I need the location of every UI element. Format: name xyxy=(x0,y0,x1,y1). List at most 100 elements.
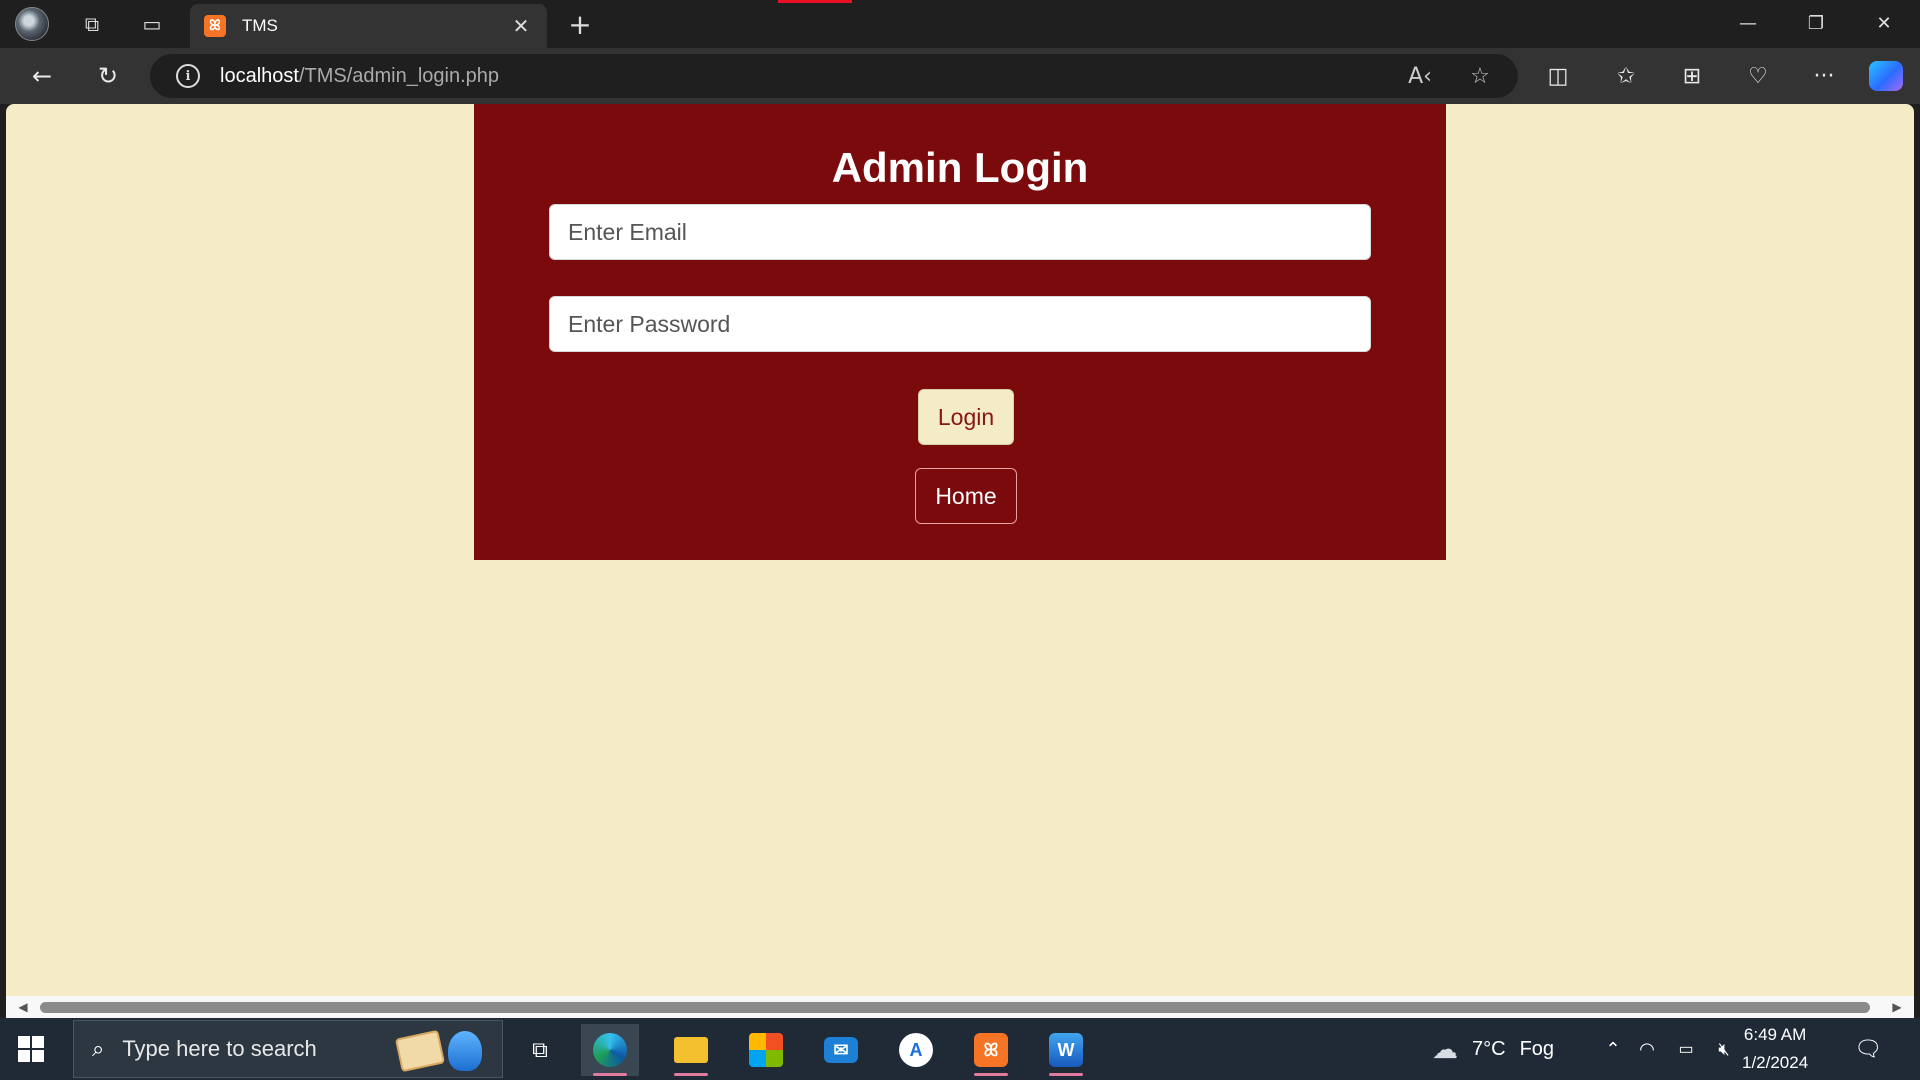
taskbar-search-box[interactable]: ⌕ Type here to search xyxy=(73,1020,503,1078)
minimize-button[interactable]: — xyxy=(1714,0,1782,46)
page-viewport: Admin Login Login Home ◀ ▶ xyxy=(6,104,1914,1018)
battery-icon[interactable]: ▭ xyxy=(1666,1039,1706,1059)
login-button[interactable]: Login xyxy=(918,389,1014,445)
cloud-fog-icon: ☁ xyxy=(1432,1033,1458,1064)
refresh-icon: ↻ xyxy=(97,62,119,90)
taskbar-mail[interactable]: ✉ xyxy=(812,1024,870,1076)
collections-icon: ⊞ xyxy=(1682,63,1702,89)
taskbar-file-explorer[interactable] xyxy=(662,1024,720,1076)
restore-icon: ❐ xyxy=(1807,12,1825,34)
store-icon xyxy=(749,1033,783,1067)
speaker-muted-icon[interactable]: 🔇︎ xyxy=(1706,1039,1742,1060)
scrollbar-thumb[interactable] xyxy=(40,1002,1870,1013)
profile-avatar xyxy=(15,7,49,41)
chevron-up-icon[interactable]: ⌃ xyxy=(1598,1039,1628,1060)
tab-actions-icon: ▭ xyxy=(142,12,162,36)
start-button[interactable] xyxy=(18,1036,44,1062)
close-tab-icon[interactable]: ✕ xyxy=(509,14,533,38)
favorites-button[interactable]: ✩ xyxy=(1604,56,1648,96)
copilot-button[interactable] xyxy=(1864,56,1908,96)
clock-date: 1/2/2024 xyxy=(1742,1053,1809,1072)
folder-icon xyxy=(674,1037,708,1063)
split-screen-icon: ◫ xyxy=(1547,63,1569,89)
word-icon: W xyxy=(1049,1033,1083,1067)
workspaces-button[interactable]: ⧉ xyxy=(70,4,114,44)
heartbeat-icon: ♡ xyxy=(1748,63,1768,89)
url-host: localhost xyxy=(220,64,299,87)
read-aloud-button[interactable]: A‹ xyxy=(1400,56,1440,96)
password-field[interactable] xyxy=(549,296,1371,352)
horizontal-scrollbar[interactable]: ◀ ▶ xyxy=(6,996,1914,1018)
notification-icon: 🗨︎ xyxy=(1854,1036,1882,1061)
restore-button[interactable]: ❐ xyxy=(1782,0,1850,46)
search-icon: ⌕ xyxy=(92,1036,105,1062)
wifi-icon[interactable]: ◠ xyxy=(1628,1039,1666,1060)
settings-more-button[interactable]: ··· xyxy=(1802,56,1846,96)
taskbar-edge[interactable] xyxy=(581,1024,639,1076)
browser-tab[interactable]: ꕤ TMS ✕ xyxy=(190,4,547,48)
site-info-icon[interactable]: i xyxy=(176,64,200,88)
back-arrow-icon: ← xyxy=(31,62,53,90)
url-path: /TMS/admin_login.php xyxy=(298,64,500,87)
app-icon: A xyxy=(899,1033,933,1067)
favorites-icon: ✩ xyxy=(1616,63,1636,89)
workspaces-icon: ⧉ xyxy=(84,12,100,36)
weather-temp: 7°C xyxy=(1472,1037,1506,1060)
address-bar[interactable]: i localhost/TMS/admin_login.php A‹ ☆ xyxy=(150,54,1518,98)
taskbar-word[interactable]: W xyxy=(1037,1024,1095,1076)
favorite-button[interactable]: ☆ xyxy=(1460,56,1500,96)
search-placeholder: Type here to search xyxy=(122,1036,317,1061)
active-app-indicator xyxy=(593,1073,627,1076)
running-app-indicator xyxy=(974,1073,1008,1076)
weather-condition: Fog xyxy=(1519,1037,1555,1060)
system-tray: ⌃ ◠ ▭ 🔇︎ xyxy=(1598,1018,1742,1080)
windows-logo-pane xyxy=(32,1036,44,1048)
windows-logo-pane xyxy=(18,1050,30,1062)
recording-indicator xyxy=(778,0,852,3)
tab-title: TMS xyxy=(242,16,278,35)
new-tab-button[interactable]: + xyxy=(560,4,600,44)
weather-widget[interactable]: ☁ 7°C Fog xyxy=(1432,1018,1554,1080)
page-title: Admin Login xyxy=(831,144,1089,191)
close-window-button[interactable]: ✕ xyxy=(1850,0,1918,46)
edge-icon xyxy=(593,1033,627,1067)
home-button[interactable]: Home xyxy=(915,468,1017,524)
search-highlight-art xyxy=(384,1025,496,1077)
notification-center-button[interactable]: 🗨︎ xyxy=(1854,1018,1882,1080)
scroll-right-icon[interactable]: ▶ xyxy=(1890,999,1904,1015)
split-screen-button[interactable]: ◫ xyxy=(1536,56,1580,96)
refresh-button[interactable]: ↻ xyxy=(88,56,128,96)
windows-logo-icon xyxy=(18,1036,30,1048)
read-aloud-icon: A‹ xyxy=(1408,63,1432,89)
copilot-icon xyxy=(1869,61,1903,91)
back-button[interactable]: ← xyxy=(22,56,62,96)
task-view-icon: ⧉ xyxy=(532,1037,548,1063)
browser-essentials-button[interactable]: ♡ xyxy=(1736,56,1780,96)
collections-button[interactable]: ⊞ xyxy=(1670,56,1714,96)
scroll-left-icon[interactable]: ◀ xyxy=(16,999,30,1015)
taskbar-store[interactable] xyxy=(737,1024,795,1076)
running-app-indicator xyxy=(674,1073,708,1076)
clock[interactable]: 6:49 AM 1/2/2024 xyxy=(1742,1018,1808,1080)
star-icon: ☆ xyxy=(1470,63,1490,89)
taskbar-vscode[interactable]: A xyxy=(887,1024,945,1076)
book-illustration-icon xyxy=(394,1029,446,1073)
minimize-icon: — xyxy=(1739,12,1757,34)
globe-illustration-icon xyxy=(448,1031,482,1071)
more-icon: ··· xyxy=(1813,63,1835,89)
task-view-button[interactable]: ⧉ xyxy=(511,1024,569,1076)
plus-icon: + xyxy=(568,7,592,41)
clock-time: 6:49 AM xyxy=(1743,1025,1807,1044)
close-icon: ✕ xyxy=(1876,12,1892,34)
mail-icon: ✉ xyxy=(824,1037,858,1063)
taskbar-xampp[interactable]: ꕤ xyxy=(962,1024,1020,1076)
profile-button[interactable] xyxy=(10,4,54,44)
tab-actions-button[interactable]: ▭ xyxy=(130,4,174,44)
windows-taskbar: ⌕ Type here to search ⧉ ✉ A ꕤ W ☁ 7°C Fo… xyxy=(0,1018,1920,1080)
xampp-icon: ꕤ xyxy=(974,1033,1008,1067)
xampp-favicon-icon: ꕤ xyxy=(204,15,226,37)
running-app-indicator xyxy=(1049,1073,1083,1076)
email-field[interactable] xyxy=(549,204,1371,260)
url-text[interactable]: localhost/TMS/admin_login.php xyxy=(220,65,499,88)
windows-logo-pane xyxy=(32,1050,44,1062)
